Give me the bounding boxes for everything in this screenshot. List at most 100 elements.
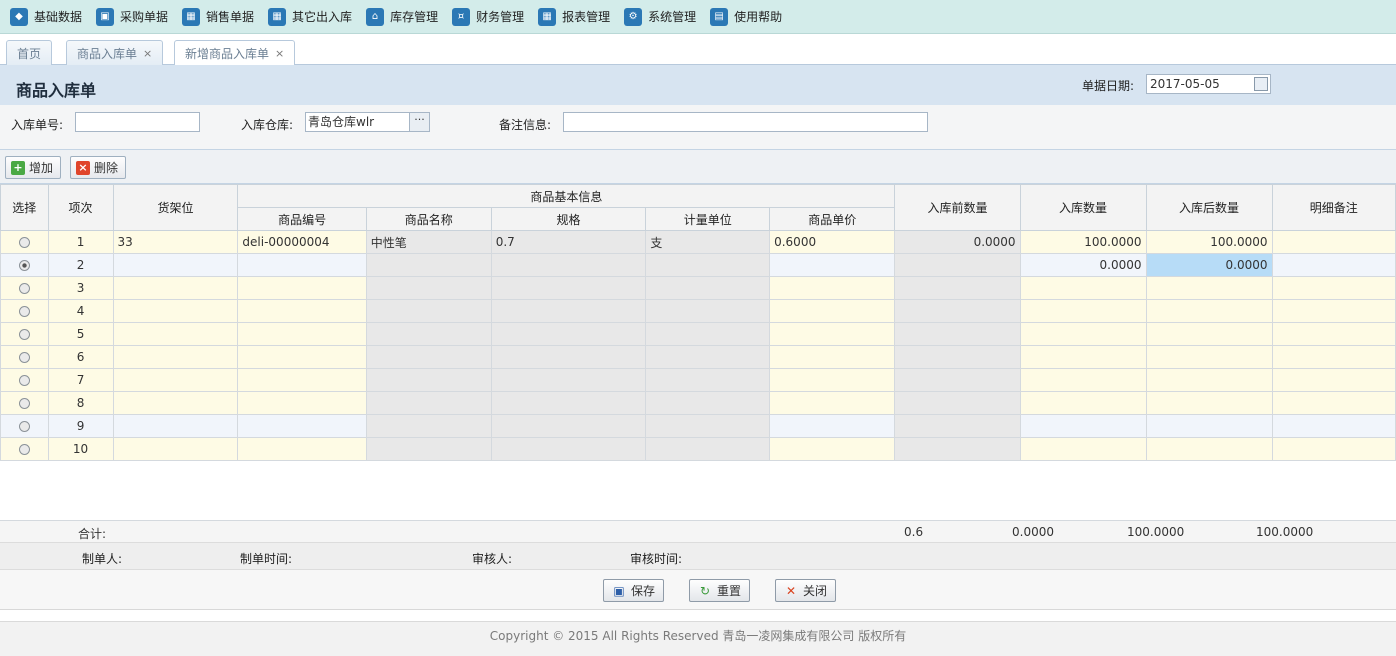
shelf-cell[interactable]: 33 — [112, 230, 239, 254]
order-no-input[interactable] — [75, 112, 200, 132]
shelf-cell[interactable] — [112, 253, 239, 277]
tab-home[interactable]: 首页 — [6, 40, 53, 65]
table-row[interactable]: 10 — [0, 437, 1396, 461]
shelf-cell[interactable] — [112, 391, 239, 415]
spec-cell[interactable] — [490, 276, 647, 300]
spec-cell[interactable] — [490, 391, 647, 415]
shelf-cell[interactable] — [112, 414, 239, 438]
in-qty-cell[interactable] — [1019, 368, 1147, 392]
row-radio[interactable] — [18, 329, 30, 340]
after-qty-cell[interactable]: 100.0000 — [1145, 230, 1273, 254]
code-cell[interactable]: deli-00000004 — [237, 230, 367, 254]
shelf-cell[interactable] — [112, 276, 239, 300]
before-qty-cell[interactable] — [894, 299, 1021, 323]
price-cell[interactable] — [769, 391, 896, 415]
after-qty-cell[interactable] — [1145, 414, 1273, 438]
table-row[interactable]: 3 — [0, 276, 1396, 300]
name-cell[interactable] — [365, 322, 492, 346]
row-radio[interactable] — [18, 398, 30, 409]
remark-cell[interactable] — [1271, 391, 1396, 415]
date-field[interactable]: 2017-05-05 — [1146, 74, 1271, 94]
after-qty-cell[interactable] — [1145, 299, 1273, 323]
price-cell[interactable]: 0.6000 — [769, 230, 896, 254]
table-row[interactable]: 1 33 deli-00000004 中性笔 0.7 支 0.6000 0.0000 100.0… — [0, 230, 1396, 254]
spec-cell[interactable] — [490, 345, 647, 369]
shelf-cell[interactable] — [112, 437, 239, 461]
in-qty-cell[interactable] — [1019, 276, 1147, 300]
in-qty-cell[interactable]: 0.0000 — [1019, 253, 1147, 277]
spec-cell[interactable] — [490, 299, 647, 323]
name-cell[interactable] — [365, 391, 492, 415]
nav-item-2[interactable]: ▦ 销售单据 — [182, 0, 254, 34]
before-qty-cell[interactable] — [894, 276, 1021, 300]
after-qty-cell[interactable]: 0.0000 — [1145, 253, 1273, 277]
before-qty-cell[interactable] — [894, 414, 1021, 438]
price-cell[interactable] — [769, 299, 896, 323]
before-qty-cell[interactable] — [894, 253, 1021, 277]
table-row[interactable]: 5 — [0, 322, 1396, 346]
table-row[interactable]: 9 — [0, 414, 1396, 438]
before-qty-cell[interactable] — [894, 437, 1021, 461]
after-qty-cell[interactable] — [1145, 345, 1273, 369]
name-cell[interactable] — [365, 345, 492, 369]
unit-cell[interactable] — [645, 437, 771, 461]
nav-item-7[interactable]: ⚙ 系统管理 — [624, 0, 696, 34]
shelf-cell[interactable] — [112, 345, 239, 369]
row-radio[interactable] — [18, 260, 30, 271]
unit-cell[interactable] — [645, 322, 771, 346]
code-cell[interactable] — [237, 276, 367, 300]
after-qty-cell[interactable] — [1145, 276, 1273, 300]
spec-cell[interactable] — [490, 437, 647, 461]
after-qty-cell[interactable] — [1145, 322, 1273, 346]
row-radio[interactable] — [18, 283, 30, 294]
name-cell[interactable] — [365, 253, 492, 277]
warehouse-picker-button[interactable]: ··· — [409, 113, 429, 131]
row-radio[interactable] — [18, 444, 30, 455]
before-qty-cell[interactable] — [894, 345, 1021, 369]
before-qty-cell[interactable] — [894, 368, 1021, 392]
select-cell[interactable] — [0, 368, 49, 392]
row-radio[interactable] — [18, 306, 30, 317]
unit-cell[interactable] — [645, 391, 771, 415]
reset-button[interactable]: ↻ 重置 — [689, 579, 751, 602]
remark-cell[interactable] — [1271, 276, 1396, 300]
code-cell[interactable] — [237, 437, 367, 461]
before-qty-cell[interactable]: 0.0000 — [894, 230, 1021, 254]
shelf-cell[interactable] — [112, 322, 239, 346]
in-qty-cell[interactable] — [1019, 414, 1147, 438]
unit-cell[interactable]: 支 — [645, 230, 771, 254]
in-qty-cell[interactable] — [1019, 345, 1147, 369]
select-cell[interactable] — [0, 322, 49, 346]
row-radio[interactable] — [18, 421, 30, 432]
spec-cell[interactable]: 0.7 — [490, 230, 647, 254]
in-qty-cell[interactable] — [1019, 437, 1147, 461]
unit-cell[interactable] — [645, 276, 771, 300]
table-row[interactable]: 8 — [0, 391, 1396, 415]
remark-cell[interactable] — [1271, 299, 1396, 323]
tab-stock-in-list[interactable]: 商品入库单 × — [66, 40, 164, 65]
code-cell[interactable] — [237, 368, 367, 392]
select-cell[interactable] — [0, 299, 49, 323]
in-qty-cell[interactable]: 100.0000 — [1019, 230, 1147, 254]
table-row[interactable]: 7 — [0, 368, 1396, 392]
row-radio[interactable] — [18, 237, 30, 248]
spec-cell[interactable] — [490, 322, 647, 346]
remark-cell[interactable] — [1271, 368, 1396, 392]
close-icon[interactable]: × — [275, 47, 284, 60]
row-radio[interactable] — [18, 352, 30, 363]
price-cell[interactable] — [769, 322, 896, 346]
select-cell[interactable] — [0, 276, 49, 300]
spec-cell[interactable] — [490, 414, 647, 438]
remark-cell[interactable] — [1271, 437, 1396, 461]
after-qty-cell[interactable] — [1145, 391, 1273, 415]
delete-row-button[interactable]: × 删除 — [70, 156, 127, 179]
code-cell[interactable] — [237, 299, 367, 323]
name-cell[interactable]: 中性笔 — [365, 230, 492, 254]
remark-input[interactable] — [563, 112, 928, 132]
close-icon[interactable]: × — [143, 47, 152, 60]
calendar-icon[interactable] — [1254, 77, 1268, 91]
price-cell[interactable] — [769, 414, 896, 438]
name-cell[interactable] — [365, 414, 492, 438]
code-cell[interactable] — [237, 322, 367, 346]
name-cell[interactable] — [365, 276, 492, 300]
